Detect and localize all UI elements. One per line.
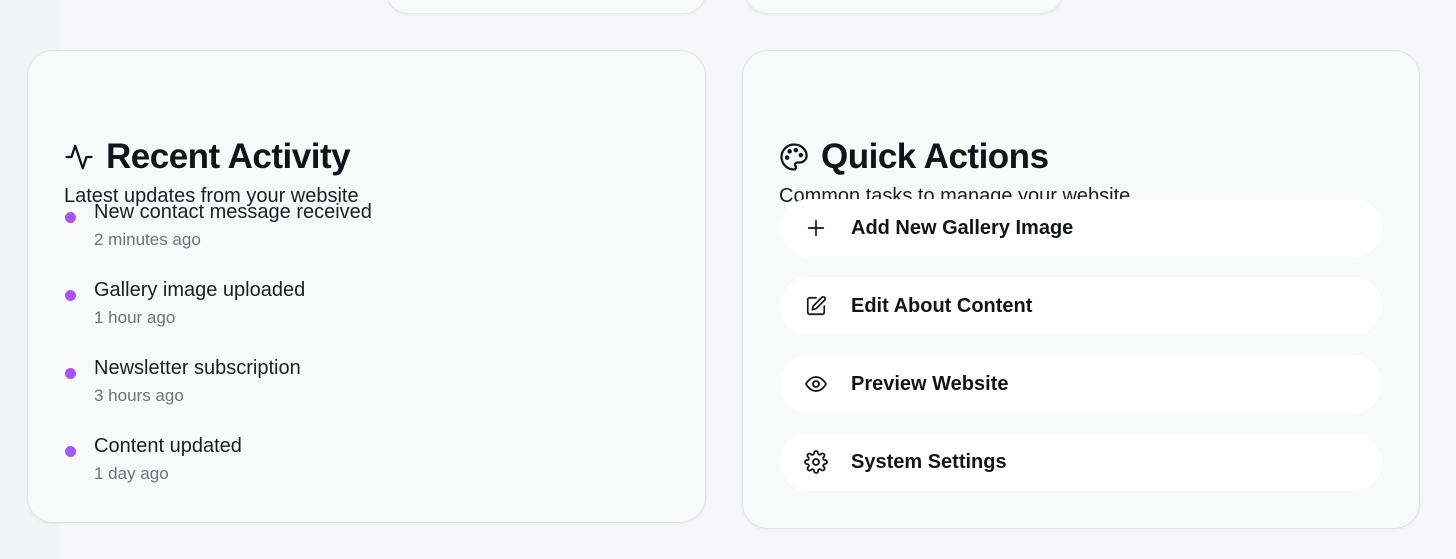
- edit-about-content-button[interactable]: Edit About Content: [780, 277, 1382, 335]
- activity-time: 1 day ago: [94, 464, 169, 483]
- activity-title: Content updated: [94, 435, 242, 457]
- status-dot: [65, 368, 76, 379]
- status-dot: [65, 446, 76, 457]
- system-settings-button[interactable]: System Settings: [780, 433, 1382, 491]
- preview-website-button[interactable]: Preview Website: [780, 355, 1382, 413]
- add-gallery-image-button[interactable]: Add New Gallery Image: [780, 199, 1382, 257]
- button-label: Preview Website: [851, 372, 1009, 395]
- list-item: Newsletter subscription 3 hours ago: [64, 357, 664, 417]
- stat-card-partial: [745, 0, 1063, 14]
- recent-activity-title: Recent Activity: [106, 137, 351, 176]
- activity-icon: [64, 142, 94, 172]
- status-dot: [65, 212, 76, 223]
- palette-icon: [779, 142, 809, 172]
- activity-title: Gallery image uploaded: [94, 279, 306, 301]
- activity-title: New contact message received: [94, 201, 372, 223]
- button-label: Add New Gallery Image: [851, 216, 1074, 239]
- activity-time: 1 hour ago: [94, 308, 176, 327]
- stat-card-partial: [386, 0, 706, 14]
- quick-actions-card: Quick Actions Common tasks to manage you…: [742, 50, 1420, 529]
- activity-title: Newsletter subscription: [94, 357, 301, 379]
- list-item: Gallery image uploaded 1 hour ago: [64, 279, 664, 339]
- button-label: Edit About Content: [851, 294, 1033, 317]
- status-dot: [65, 290, 76, 301]
- quick-actions-title: Quick Actions: [821, 137, 1049, 176]
- button-label: System Settings: [851, 450, 1007, 473]
- recent-activity-heading: Recent Activity: [64, 136, 351, 178]
- gear-icon: [804, 450, 828, 474]
- list-item: Content updated 1 day ago: [64, 435, 664, 495]
- eye-icon: [804, 372, 828, 396]
- activity-time: 2 minutes ago: [94, 230, 201, 249]
- activity-time: 3 hours ago: [94, 386, 184, 405]
- list-item: New contact message received 2 minutes a…: [64, 201, 664, 261]
- plus-icon: [804, 216, 828, 240]
- recent-activity-card: Recent Activity Latest updates from your…: [27, 50, 706, 523]
- quick-actions-heading: Quick Actions: [779, 136, 1049, 178]
- edit-icon: [804, 294, 828, 318]
